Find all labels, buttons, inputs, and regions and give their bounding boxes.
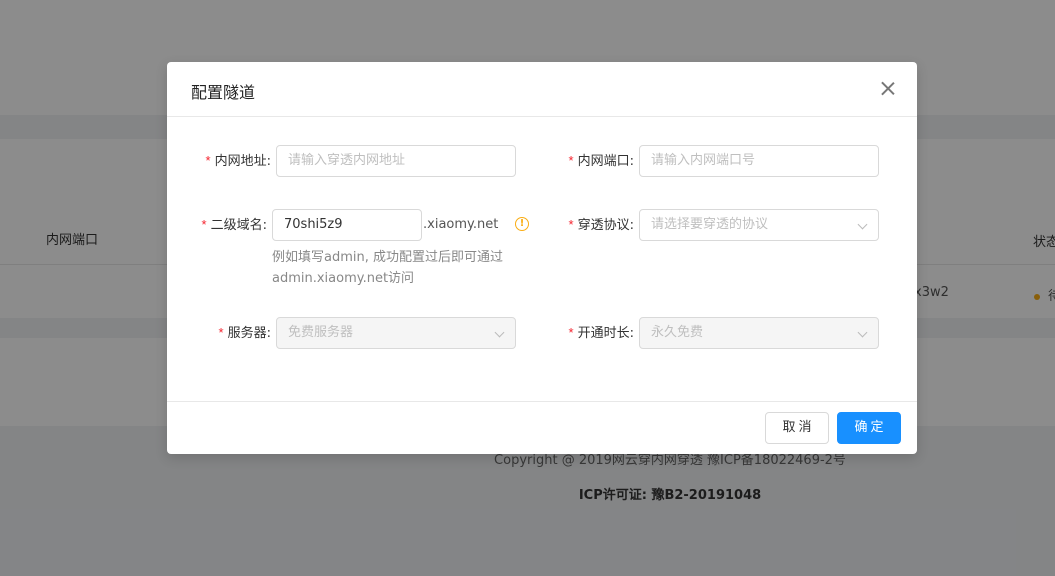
configure-tunnel-modal: 配置隧道 * 内网地址: 请输入穿透内网地址 * 内网端口: 请输入内网端口号 * 二… bbox=[167, 62, 917, 454]
chevron-down-icon bbox=[857, 219, 868, 230]
subdomain-hint: 例如填写admin, 成功配置过后即可通过admin.xiaomy.net访问 bbox=[272, 250, 503, 286]
required-mark: * bbox=[568, 217, 574, 232]
modal-footer: 取消 确定 bbox=[167, 401, 917, 454]
ok-button[interactable]: 确定 bbox=[837, 412, 901, 444]
required-mark: * bbox=[205, 153, 211, 168]
server-select-value: 免费服务器 bbox=[288, 325, 354, 340]
subdomain-input[interactable]: 70shi5z9 bbox=[272, 209, 422, 241]
modal-title: 配置隧道 bbox=[191, 83, 256, 102]
chevron-down-icon bbox=[494, 327, 505, 338]
protocol-label: * 穿透协议: bbox=[568, 217, 634, 233]
duration-select[interactable]: 永久免费 bbox=[639, 317, 879, 349]
protocol-select-placeholder: 请选择要穿透的协议 bbox=[651, 217, 769, 232]
required-mark: * bbox=[568, 153, 574, 168]
close-icon[interactable] bbox=[877, 78, 899, 100]
internal-port-label: * 内网端口: bbox=[568, 153, 634, 169]
internal-address-label: * 内网地址: bbox=[205, 153, 271, 169]
duration-label: * 开通时长: bbox=[568, 325, 634, 341]
required-mark: * bbox=[568, 325, 574, 340]
modal-header: 配置隧道 bbox=[167, 62, 917, 117]
info-icon[interactable]: ! bbox=[515, 217, 529, 231]
chevron-down-icon bbox=[857, 327, 868, 338]
internal-port-input[interactable]: 请输入内网端口号 bbox=[639, 145, 879, 177]
duration-select-value: 永久免费 bbox=[651, 325, 704, 340]
subdomain-suffix: .xiaomy.net bbox=[423, 217, 499, 232]
protocol-select[interactable]: 请选择要穿透的协议 bbox=[639, 209, 879, 241]
server-select[interactable]: 免费服务器 bbox=[276, 317, 516, 349]
cancel-button[interactable]: 取消 bbox=[765, 412, 829, 444]
required-mark: * bbox=[201, 217, 207, 232]
subdomain-label: * 二级域名: bbox=[201, 217, 267, 233]
server-label: * 服务器: bbox=[218, 325, 271, 341]
required-mark: * bbox=[218, 325, 224, 340]
internal-address-input[interactable]: 请输入穿透内网地址 bbox=[276, 145, 516, 177]
